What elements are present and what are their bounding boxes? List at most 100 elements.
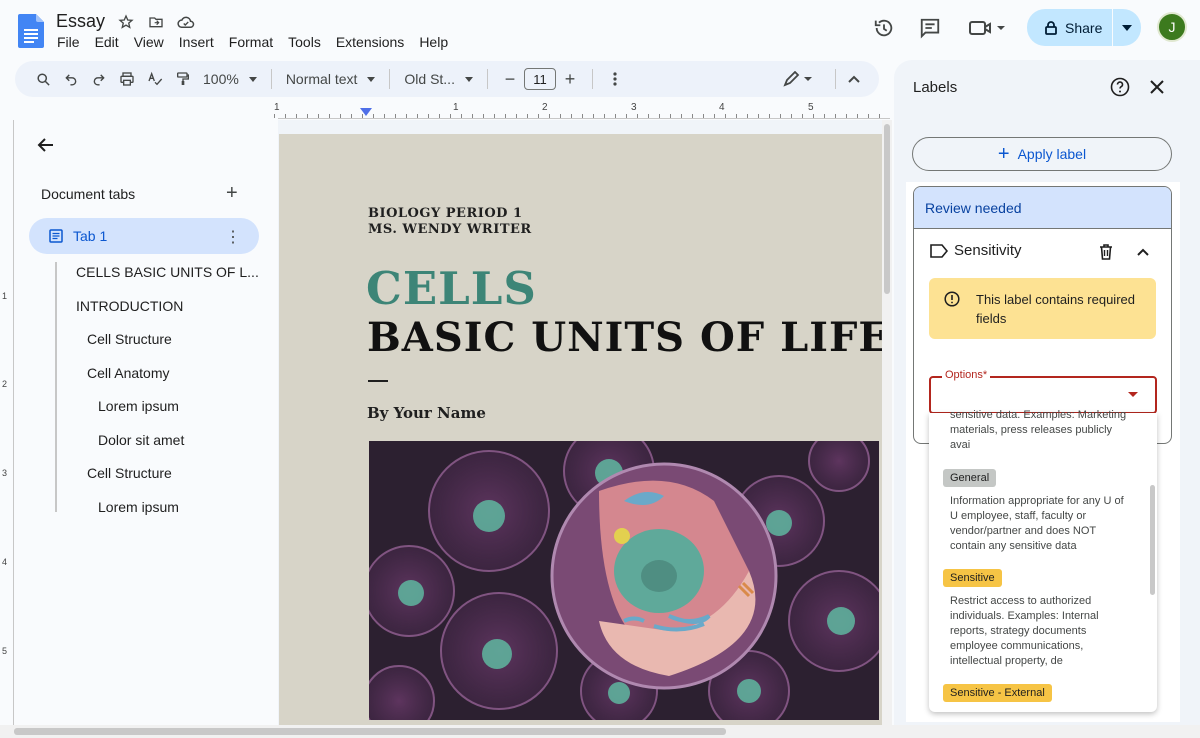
ruler-minor-tick [274, 114, 275, 118]
toolbar-divider [389, 69, 391, 89]
scroll-thumb[interactable] [884, 124, 890, 294]
toolbar: 100% Normal text Old St... − 11 + [15, 61, 879, 97]
menu-item-extensions[interactable]: Extensions [336, 34, 404, 50]
share-main[interactable]: Share [1027, 9, 1113, 46]
menu-item-help[interactable]: Help [419, 34, 448, 50]
apply-label-button[interactable]: + Apply label [912, 137, 1172, 171]
label-tag-icon [930, 243, 948, 258]
vertical-ruler-tick: 2 [2, 379, 8, 389]
option-description[interactable]: Information appropriate for any U of U e… [950, 494, 1130, 554]
vertical-ruler-tick: 4 [2, 557, 8, 567]
tab-more-options-icon[interactable]: ⋮ [225, 227, 241, 247]
toolbar-divider [835, 69, 836, 89]
toolbar-divider [486, 69, 488, 89]
options-field-label: Options* [942, 369, 991, 381]
menu-item-insert[interactable]: Insert [179, 34, 214, 50]
version-history-icon[interactable] [873, 17, 895, 39]
search-menus-icon[interactable] [29, 65, 57, 93]
outline-item[interactable]: INTRODUCTION [76, 298, 183, 314]
share-button[interactable]: Share [1027, 9, 1141, 46]
vertical-ruler-tick: 1 [2, 291, 8, 301]
chevron-down-icon [1122, 24, 1132, 31]
menu-item-format[interactable]: Format [229, 34, 273, 50]
option-chip-general[interactable]: General [943, 469, 997, 487]
editing-mode-icon[interactable] [778, 65, 818, 93]
warning-text: This label contains required fields [976, 292, 1135, 326]
document-title[interactable]: Essay [56, 11, 105, 32]
option-chip-sensitive[interactable]: Sensitive [943, 569, 1002, 587]
outline-item[interactable]: Lorem ipsum [98, 398, 179, 414]
delete-icon[interactable] [1097, 243, 1115, 261]
comments-icon[interactable] [919, 17, 941, 39]
chevron-down-icon [367, 76, 376, 82]
menu-item-tools[interactable]: Tools [288, 34, 321, 50]
font-select[interactable]: Old St... [398, 71, 479, 87]
outline-item[interactable]: Lorem ipsum [98, 499, 179, 515]
more-options-icon[interactable] [601, 65, 629, 93]
move-folder-icon[interactable] [146, 12, 166, 32]
cloud-saved-icon[interactable] [176, 12, 196, 32]
star-icon[interactable] [116, 12, 136, 32]
docs-logo-icon[interactable] [18, 14, 44, 48]
close-icon[interactable] [1148, 78, 1166, 96]
style-value: Normal text [285, 71, 358, 87]
decrease-font-size-button[interactable]: − [496, 65, 524, 93]
share-options-button[interactable] [1113, 24, 1141, 31]
zoom-value: 100% [203, 71, 239, 87]
menu-bar: File Edit View Insert Format Tools Extensions H… [57, 34, 463, 50]
print-icon[interactable] [113, 65, 141, 93]
spellcheck-icon[interactable] [141, 65, 169, 93]
horizontal-scrollbar[interactable] [0, 725, 1200, 738]
outline-item[interactable]: Cell Structure [87, 465, 172, 481]
doc-title-main[interactable]: BASIC UNITS OF LIFE [367, 314, 890, 361]
undo-icon[interactable] [57, 65, 85, 93]
outline-item[interactable]: Cell Structure [87, 331, 172, 347]
scroll-thumb[interactable] [14, 728, 726, 735]
doc-header[interactable]: BIOLOGY PERIOD 1 MS. WENDY WRITER [368, 206, 532, 238]
back-arrow-icon[interactable] [36, 135, 56, 155]
outline-item[interactable]: Cell Anatomy [87, 365, 169, 381]
increase-font-size-button[interactable]: + [556, 65, 584, 93]
font-size-input[interactable]: 11 [523, 68, 556, 90]
ruler-tick-label: 2 [542, 102, 548, 113]
document-scrollbar[interactable] [882, 120, 892, 725]
option-chip-sensitive-external[interactable]: Sensitive - External [943, 684, 1052, 702]
menu-item-view[interactable]: View [134, 34, 164, 50]
option-description[interactable]: Restrict access to authorized individual… [950, 594, 1130, 669]
redo-icon[interactable] [85, 65, 113, 93]
chevron-up-icon[interactable] [1135, 245, 1151, 259]
doc-byline[interactable]: By Your Name [367, 404, 486, 422]
style-select[interactable]: Normal text [280, 71, 382, 87]
lock-icon [1045, 20, 1057, 35]
doc-title-accent[interactable]: CELLS [366, 262, 537, 315]
vertical-ruler-tick: 5 [2, 646, 8, 656]
menu-item-file[interactable]: File [57, 34, 80, 50]
warning-icon [944, 291, 960, 307]
document-tabs-panel [0, 120, 278, 725]
label-name: Sensitivity [954, 242, 1022, 259]
option-description[interactable]: sensitive data. Examples: Marketing mate… [950, 408, 1130, 453]
cell-illustration[interactable] [369, 441, 879, 720]
toolbar-divider [270, 69, 272, 89]
outline-item[interactable]: CELLS BASIC UNITS OF L... [76, 264, 259, 280]
avatar[interactable]: J [1157, 12, 1187, 42]
ruler-tick-label: 4 [719, 102, 725, 113]
font-value: Old St... [404, 71, 455, 87]
meet-icon[interactable] [968, 18, 1006, 38]
menu-item-edit[interactable]: Edit [95, 34, 119, 50]
label-header: Sensitivity [930, 242, 1022, 259]
vertical-ruler: 1 2 3 4 5 [0, 120, 14, 725]
tab-1[interactable]: Tab 1 ⋮ [29, 218, 259, 254]
add-tab-button[interactable]: + [226, 183, 238, 203]
dropdown-caret-icon[interactable] [1128, 392, 1138, 397]
ruler-tick-label: 1 [274, 102, 280, 113]
hide-menus-icon[interactable] [840, 65, 868, 93]
paint-format-icon[interactable] [169, 65, 197, 93]
outline-item[interactable]: Dolor sit amet [98, 432, 184, 448]
ruler-tick-label: 3 [631, 102, 637, 113]
dropdown-scrollbar[interactable] [1150, 485, 1155, 595]
plus-icon: + [997, 143, 1010, 165]
zoom-select[interactable]: 100% [197, 71, 263, 87]
help-icon[interactable] [1110, 77, 1130, 97]
ruler-tick-label: 5 [808, 102, 814, 113]
